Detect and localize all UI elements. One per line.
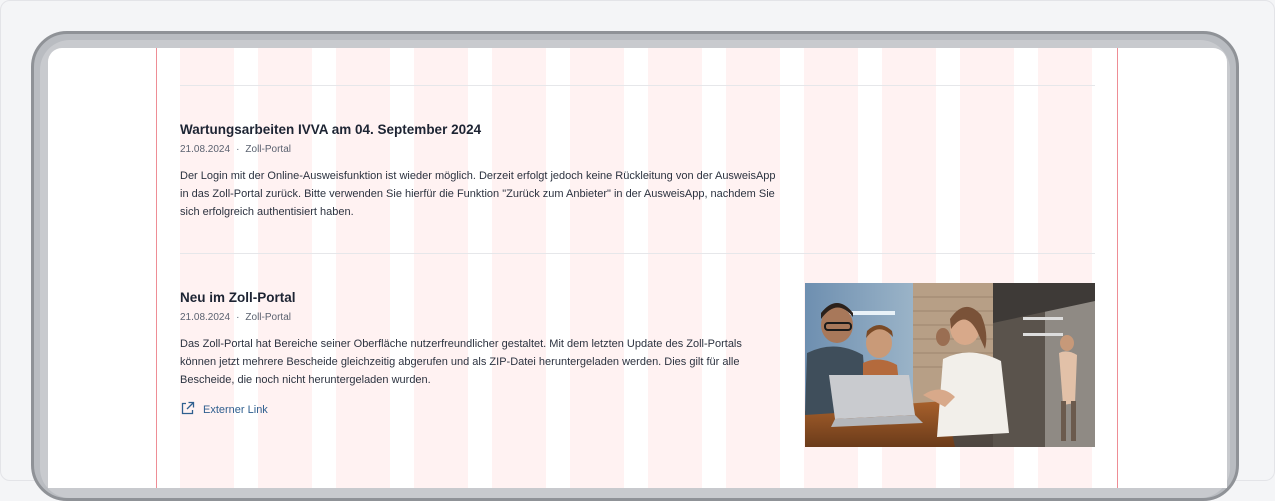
news-body: Das Zoll-Portal hat Bereiche seiner Ober… bbox=[180, 338, 742, 386]
news-list: Wartungsarbeiten IVVA am 04. September 2… bbox=[180, 48, 1095, 488]
news-date: 21.08.2024 bbox=[180, 312, 231, 323]
external-link[interactable]: Externer Link bbox=[180, 401, 268, 419]
news-meta: 21.08.2024 · Zoll-Portal bbox=[180, 144, 291, 155]
screen: Wartungsarbeiten IVVA am 04. September 2… bbox=[48, 48, 1227, 488]
divider bbox=[180, 253, 1095, 254]
meta-separator: · bbox=[236, 312, 240, 323]
news-date: 21.08.2024 bbox=[180, 144, 231, 155]
news-photo bbox=[805, 283, 1095, 447]
news-meta: 21.08.2024 · Zoll-Portal bbox=[180, 312, 291, 323]
news-title[interactable]: Wartungsarbeiten IVVA am 04. September 2… bbox=[180, 122, 481, 137]
news-category: Zoll-Portal bbox=[245, 144, 291, 155]
news-category: Zoll-Portal bbox=[245, 312, 291, 323]
news-title[interactable]: Neu im Zoll-Portal bbox=[180, 290, 296, 305]
external-link-label: Externer Link bbox=[203, 404, 268, 416]
news-body: Der Login mit der Online-Ausweisfunktion… bbox=[180, 170, 776, 218]
meta-separator: · bbox=[236, 144, 240, 155]
external-link-icon bbox=[180, 401, 203, 419]
divider bbox=[180, 85, 1095, 86]
